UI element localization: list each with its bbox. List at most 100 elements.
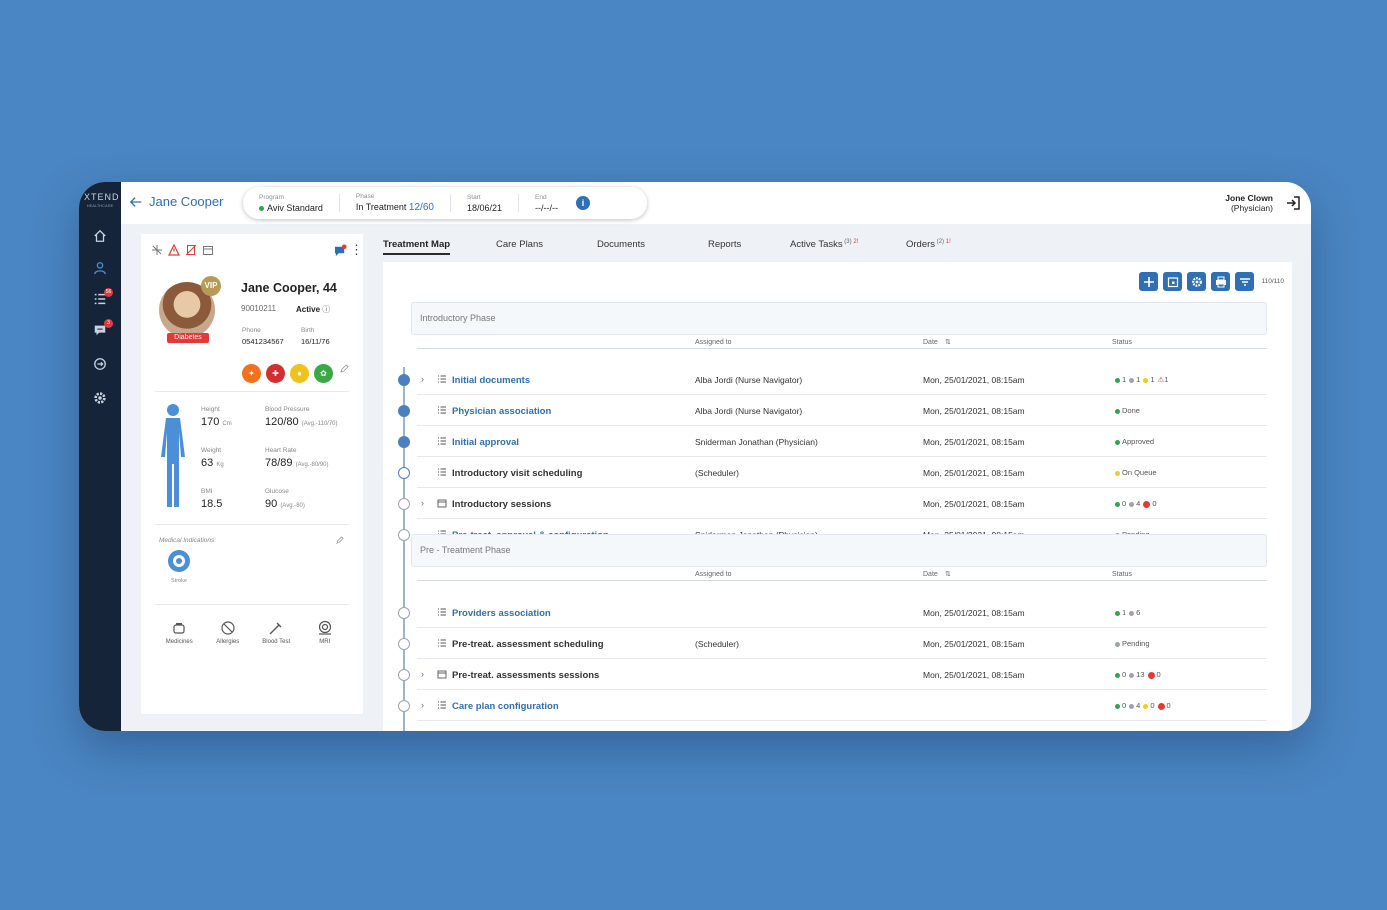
logout-icon[interactable] [1285,195,1301,211]
status-dot [1115,377,1120,383]
back-button[interactable]: Jane Cooper [129,194,223,209]
filter-button[interactable] [1235,272,1254,291]
task-name[interactable]: Initial approval [452,437,519,448]
column-date[interactable]: Date [923,339,938,346]
treatment-map: 110/110 Introductory Phase Assigned to Dat… [383,262,1292,731]
medicines-button[interactable]: Medicines [159,620,199,645]
table-row[interactable]: › Initial documents Alba Jordi (Nurse Navi… [417,364,1267,395]
task-date: Mon, 25/01/2021, 08:15am [923,406,1025,416]
chat-badge: 3 [104,319,113,328]
mri-icon [318,620,331,635]
edit-icon[interactable] [340,364,349,373]
task-name[interactable]: Physician association [452,406,551,417]
task-name[interactable]: Pre-treat. assessments sessions [452,670,599,681]
task-name[interactable]: Care plan configuration [452,701,559,712]
risk-flags: ✦ ✚ ● ✿ [242,364,333,383]
filter-icon [1239,277,1250,286]
vip-badge: VIP [201,276,221,296]
nav-tasks[interactable]: 56 [79,288,121,309]
mri-button[interactable]: MRI [305,620,345,645]
table-row[interactable]: Providers association Mon, 25/01/2021, 08… [417,597,1267,628]
start-field: Start 18/06/21 [466,193,502,213]
program-field: Program Aviv Standard [259,193,323,213]
condition-badge: Diabetes [167,333,209,343]
calendar-button[interactable] [1163,272,1182,291]
allergy-icon [221,621,235,635]
column-status: Status [1112,571,1132,578]
add-button[interactable] [1139,272,1158,291]
table-row[interactable]: Introductory visit scheduling (Scheduler)… [417,457,1267,488]
task-name[interactable]: Initial documents [452,375,530,386]
nav-messages[interactable]: 3 [79,319,121,340]
table-row[interactable]: › Care plan configuration 0 4 0 0 [417,690,1267,721]
task-date: Mon, 25/01/2021, 08:15am [923,608,1025,618]
warning-icon[interactable] [168,244,180,256]
list-icon [438,608,446,616]
chevron-right-icon[interactable]: › [421,498,424,508]
status-dot [1129,377,1135,383]
weight-value: 63 Kg [201,457,224,469]
calendar-icon[interactable] [202,244,214,256]
chevron-right-icon[interactable]: › [421,669,424,679]
timeline-node [398,467,410,479]
task-name[interactable]: Introductory visit scheduling [452,468,582,479]
tab-active-tasks[interactable]: Active Tasks (3) 2! [790,239,858,250]
transfer-icon [94,358,106,370]
timeline-node [398,529,410,541]
status-dot [1115,439,1120,445]
table-row[interactable]: ›Pre-treat. client reportDone (40000 ) [417,721,1267,731]
chevron-right-icon[interactable]: › [421,374,424,384]
settings-button[interactable] [1187,272,1206,291]
table-row[interactable]: Initial approval Sniderman Jonathan (Phys… [417,426,1267,457]
status-dot [1129,610,1135,616]
column-assigned: Assigned to [695,339,732,346]
status-dot [1115,672,1120,678]
sort-icon[interactable]: ⇅ [945,570,951,578]
mobility-icon[interactable]: ✿ [314,364,333,383]
sort-icon[interactable]: ⇅ [945,338,951,346]
table-row[interactable]: Physician association Alba Jordi (Nurse N… [417,395,1267,426]
blood-test-button[interactable]: Blood Test [256,620,296,645]
phase-header[interactable]: Pre - Treatment Phase [411,534,1267,567]
message-icon[interactable] [334,244,347,257]
task-date: Mon, 25/01/2021, 08:15am [923,375,1025,385]
nav-settings[interactable] [79,388,121,408]
tab-care-plans[interactable]: Care Plans [496,239,543,250]
nav-patients[interactable] [79,258,121,278]
timeline-node [398,436,410,448]
chevron-right-icon[interactable]: › [421,700,424,710]
no-note-icon[interactable] [185,244,197,256]
no-allergy-icon[interactable] [151,244,163,256]
nutrition-icon[interactable]: ● [290,364,309,383]
column-date[interactable]: Date [923,571,938,578]
more-icon[interactable]: ⋮ [350,243,363,256]
timeline-node [398,669,410,681]
info-icon[interactable]: i [575,196,590,210]
stroke-icon[interactable] [168,550,190,572]
fall-risk-icon[interactable]: ✦ [242,364,261,383]
print-button[interactable] [1211,272,1230,291]
table-row[interactable]: › Introductory sessions Mon, 25/01/2021, 0… [417,488,1267,519]
avatar: VIP Diabetes [159,276,221,343]
task-assignee: (Scheduler) [695,468,739,478]
status-dot [1129,501,1135,507]
item-count: 110/110 [1261,278,1284,285]
status-dot [1115,501,1120,507]
gear-icon [1191,276,1202,287]
tab-reports[interactable]: Reports [708,239,741,250]
table-row[interactable]: › Pre-treat. assessments sessions Mon, 25/… [417,659,1267,690]
tab-orders[interactable]: Orders (2) 1! [906,239,951,250]
task-name[interactable]: Pre-treat. assessment scheduling [452,639,604,650]
infection-icon[interactable]: ✚ [266,364,285,383]
alert-dot [1157,702,1165,710]
phase-header[interactable]: Introductory Phase [411,302,1267,335]
edit-indications-icon[interactable] [336,536,344,544]
allergies-button[interactable]: Allergies [208,620,248,645]
table-row[interactable]: Pre-treat. assessment scheduling (Schedul… [417,628,1267,659]
nav-transfer[interactable] [79,354,121,374]
tab-documents[interactable]: Documents [597,239,645,250]
tab-treatment-map[interactable]: Treatment Map [383,239,451,255]
nav-home[interactable] [79,226,121,246]
task-name[interactable]: Introductory sessions [452,499,551,510]
task-name[interactable]: Providers association [452,608,551,619]
